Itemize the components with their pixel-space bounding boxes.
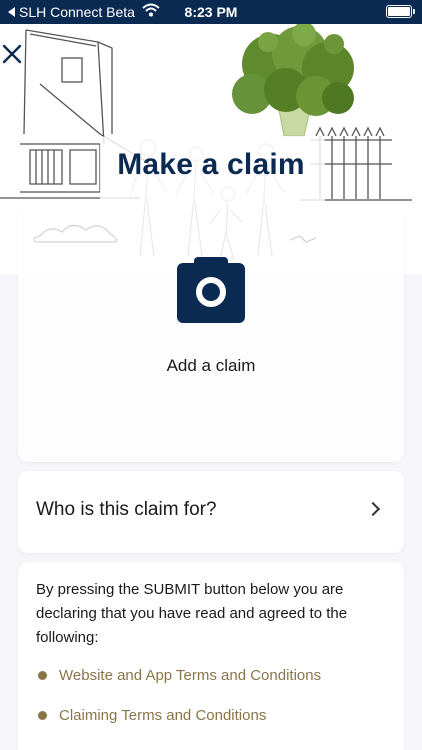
claim-for-selector[interactable]: Who is this claim for? xyxy=(18,471,404,553)
add-claim-card[interactable]: Add a claim xyxy=(18,206,404,462)
close-icon[interactable] xyxy=(0,42,24,66)
status-bar: SLH Connect Beta 8:23 PM xyxy=(0,0,422,24)
page-title: Make a claim xyxy=(117,148,305,181)
terms-card: By pressing the SUBMIT button below you … xyxy=(18,562,404,750)
battery-icon xyxy=(386,5,415,18)
camera-icon[interactable] xyxy=(177,257,245,323)
claiming-terms-link[interactable]: Claiming Terms and Conditions xyxy=(38,707,266,724)
status-time: 8:23 PM xyxy=(184,4,238,20)
terms-declaration-text: By pressing the SUBMIT button below you … xyxy=(36,581,348,646)
website-app-terms-link[interactable]: Website and App Terms and Conditions xyxy=(38,667,321,684)
website-app-terms-label: Website and App Terms and Conditions xyxy=(59,667,322,684)
bullet-icon xyxy=(38,671,47,680)
bullet-icon xyxy=(38,711,47,720)
chevron-right-icon xyxy=(365,501,381,517)
add-claim-label: Add a claim xyxy=(166,356,256,375)
claiming-terms-label: Claiming Terms and Conditions xyxy=(59,707,267,724)
claim-for-label: Who is this claim for? xyxy=(36,499,217,520)
